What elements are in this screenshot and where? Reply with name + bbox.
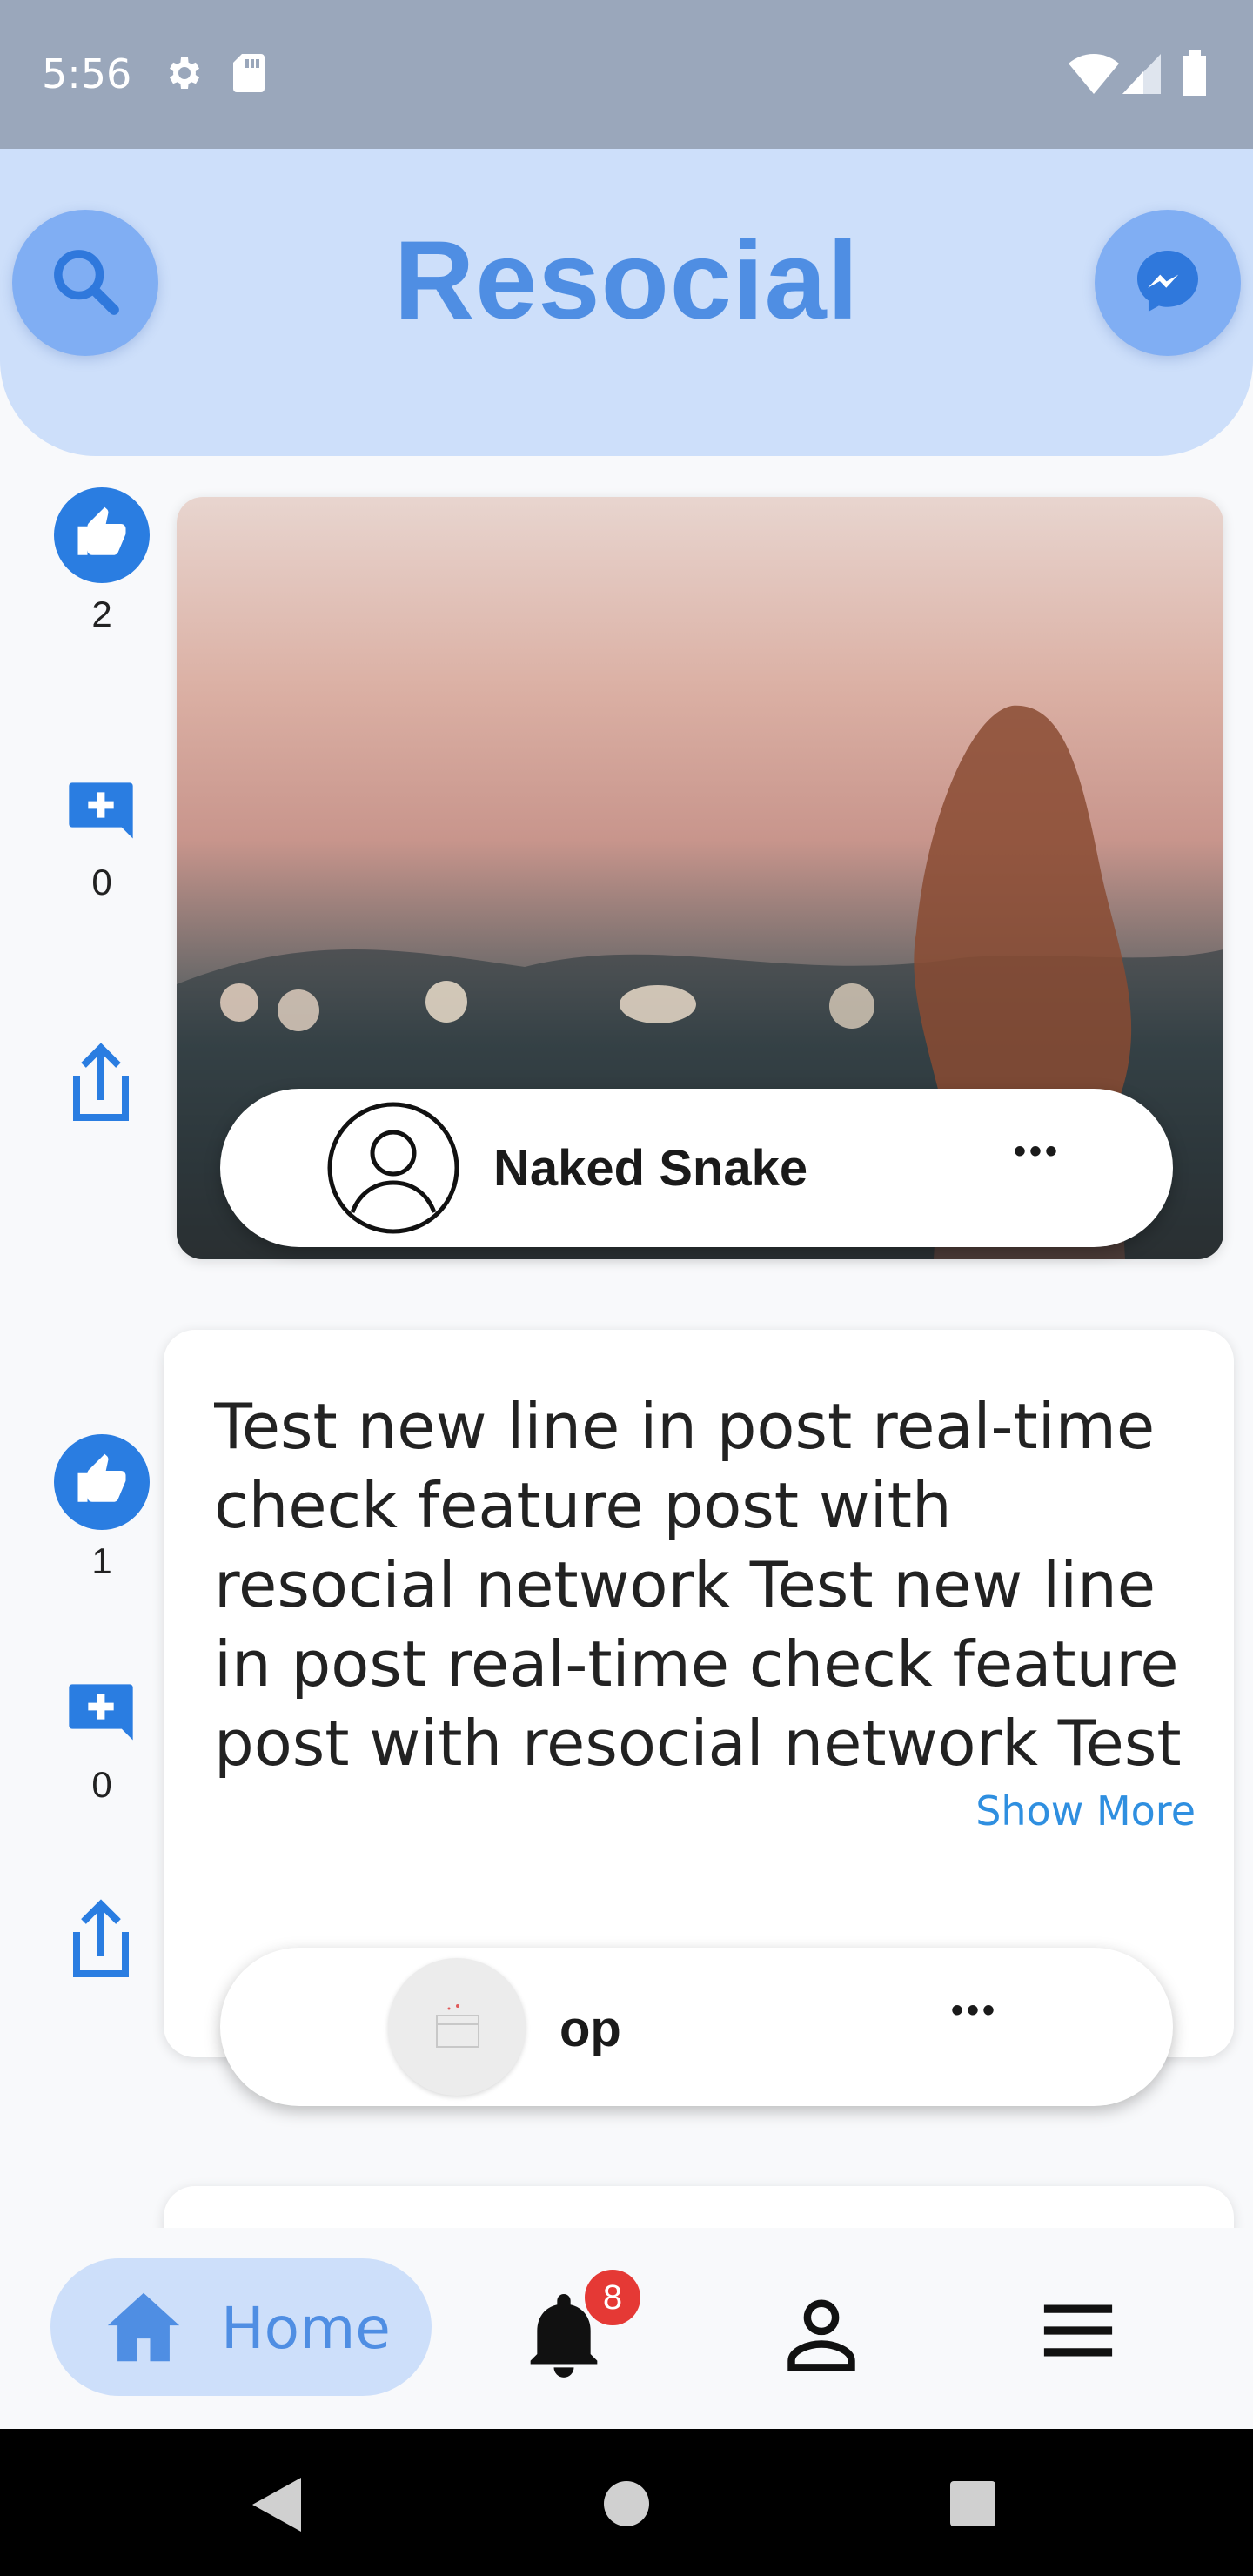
comment-count: 0 xyxy=(91,1764,112,1805)
status-time: 5:56 xyxy=(42,50,132,97)
more-options-icon[interactable]: ••• xyxy=(951,1991,998,2030)
like-button[interactable] xyxy=(54,1434,150,1530)
bottom-navigation: Home 8 xyxy=(0,2228,1253,2429)
gear-icon xyxy=(162,52,204,98)
home-circle-icon[interactable] xyxy=(604,2481,649,2531)
share-icon[interactable] xyxy=(63,1041,139,1129)
messenger-button[interactable] xyxy=(1095,210,1241,356)
share-icon[interactable] xyxy=(63,1897,139,1985)
home-icon xyxy=(104,2290,183,2369)
battery-icon xyxy=(1182,50,1208,100)
system-navigation-bar xyxy=(0,2429,1253,2576)
author-name[interactable]: Naked Snake xyxy=(493,1139,807,1197)
recents-icon[interactable] xyxy=(950,2481,995,2531)
post-author-bar[interactable]: Naked Snake ••• xyxy=(220,1089,1173,1247)
more-options-icon[interactable]: ••• xyxy=(1014,1132,1061,1171)
author-name[interactable]: op xyxy=(559,2000,621,2058)
signal-icon xyxy=(1122,54,1161,98)
back-icon[interactable] xyxy=(252,2478,301,2536)
nav-home[interactable]: Home xyxy=(50,2258,432,2396)
like-count: 2 xyxy=(91,594,112,634)
add-comment-icon[interactable] xyxy=(63,776,139,857)
like-button[interactable] xyxy=(54,487,150,583)
nav-home-label: Home xyxy=(221,2295,391,2362)
app-title: Resocial xyxy=(393,218,860,343)
wifi-icon xyxy=(1069,54,1119,98)
add-comment-icon[interactable] xyxy=(63,1678,139,1759)
status-bar: 5:56 xyxy=(0,0,1253,149)
comment-count: 0 xyxy=(91,862,112,902)
like-count: 1 xyxy=(91,1540,112,1581)
show-more-link[interactable]: Show More xyxy=(975,1788,1196,1835)
thumbs-up-icon xyxy=(73,1452,131,1513)
sd-card-icon xyxy=(231,52,266,98)
menu-icon[interactable] xyxy=(1041,2303,1116,2363)
thumbs-up-icon xyxy=(73,505,131,567)
avatar[interactable] xyxy=(388,1958,526,2096)
post-text: Test new line in post real-time check fe… xyxy=(214,1390,1182,1780)
messenger-icon xyxy=(1131,245,1204,322)
post-author-bar[interactable]: op ••• xyxy=(220,1948,1173,2106)
profile-icon[interactable] xyxy=(781,2294,861,2378)
notification-badge: 8 xyxy=(585,2270,640,2325)
avatar[interactable] xyxy=(326,1101,460,1239)
app-header: Resocial xyxy=(0,149,1253,456)
